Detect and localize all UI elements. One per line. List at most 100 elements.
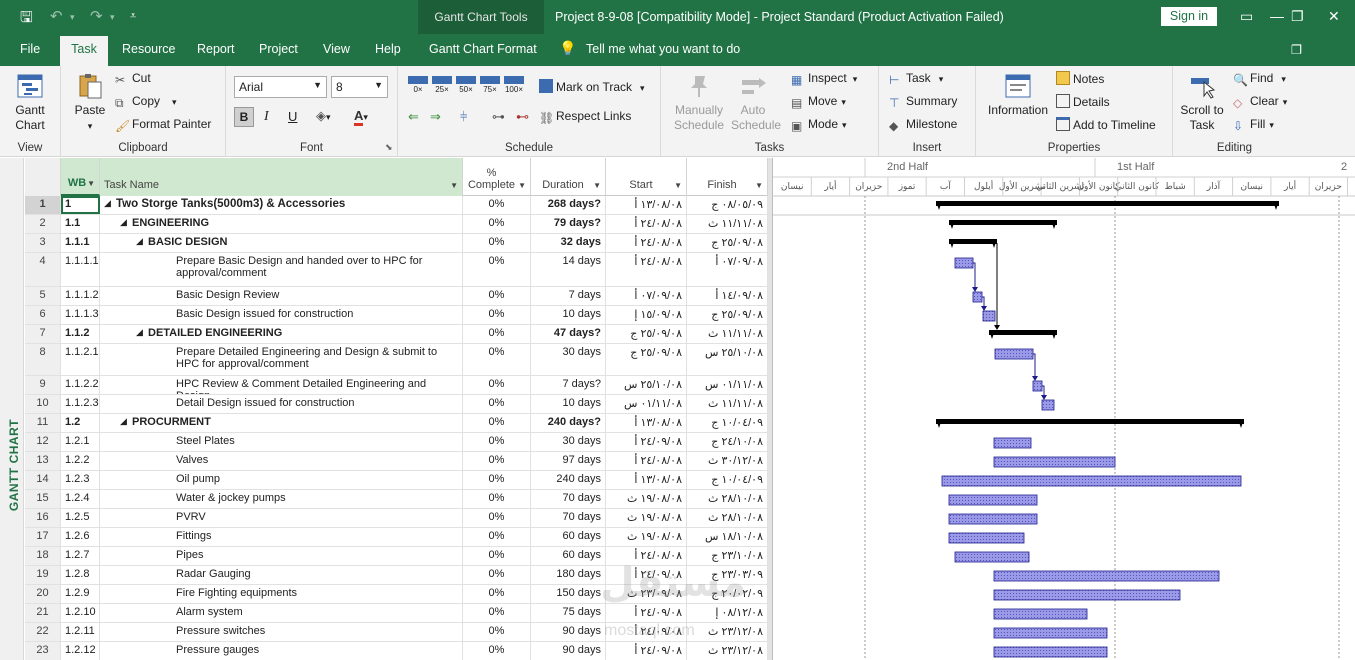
pct-complete-cell[interactable]: 0% [463,547,531,565]
wbs-cell[interactable]: 1.2.6 [61,528,100,546]
task-row[interactable]: 10 1.1.2.3 Detail Design issued for constr… [25,395,768,414]
duration-cell[interactable]: 7 days? [531,376,606,394]
start-cell[interactable]: ٢٣/٠٩/٠٨ ث [606,585,687,603]
task-name-cell[interactable]: ◢ ENGINEERING [100,215,463,233]
finish-cell[interactable]: ٢٨/١٠/٠٨ ث [687,490,768,508]
row-id[interactable]: 8 [25,344,61,375]
task-name-cell[interactable]: Pipes [100,547,463,565]
tab-help[interactable]: Help [375,42,401,56]
task-row[interactable]: 21 1.2.10 Alarm system 0% 75 days ٢٤/٠٩/٠٨ أ٠… [25,604,768,623]
redo-dropdown-icon[interactable]: ▾ [110,12,115,23]
row-id[interactable]: 10 [25,395,61,413]
task-row[interactable]: 16 1.2.5 PVRV 0% 70 days ١٩/٠٨/٠٨ ث ٢٨/١٠/٠٨ ث [25,509,768,528]
pct-complete-cell[interactable]: 0% [463,604,531,622]
pct-complete-cell[interactable]: 0% [463,287,531,305]
column-header-start[interactable]: Start ▼ [606,158,687,196]
row-id[interactable]: 3 [25,234,61,252]
column-header-wbs[interactable]: WB ▼ [61,158,100,196]
task-name-cell[interactable]: Fittings [100,528,463,546]
tab-view[interactable]: View [323,42,350,56]
start-cell[interactable]: ١٩/٠٨/٠٨ ث [606,528,687,546]
move-button[interactable]: ▤ Move ▾ [791,94,846,110]
row-id[interactable]: 11 [25,414,61,432]
task-row[interactable]: 5 1.1.1.2 Basic Design Review 0% 7 days ٠٧/٠٩… [25,287,768,306]
pct-complete-cell[interactable]: 0% [463,325,531,343]
pct-complete-cell[interactable]: 0% [463,253,531,286]
start-cell[interactable]: ١٩/٠٨/٠٨ ث [606,490,687,508]
wbs-cell[interactable]: 1.2.8 [61,566,100,584]
duration-cell[interactable]: 10 days [531,395,606,413]
column-header-duration[interactable]: Duration ▼ [531,158,606,196]
pct-complete-cell[interactable]: 0% [463,215,531,233]
wbs-cell[interactable]: 1.2.1 [61,433,100,451]
start-cell[interactable]: ٢٤/٠٨/٠٨ أ [606,452,687,470]
row-id[interactable]: 14 [25,471,61,489]
duration-cell[interactable]: 75 days [531,604,606,622]
row-id[interactable]: 7 [25,325,61,343]
wbs-cell[interactable]: 1.1.1 [61,234,100,252]
start-cell[interactable]: ٢٤/٠٩/٠٨ أ [606,566,687,584]
minimize-icon[interactable]: — [1270,8,1284,24]
task-row[interactable]: 13 1.2.2 Valves 0% 97 days ٢٤/٠٨/٠٨ أ ٣٠/١٢/٠٨… [25,452,768,471]
filter-dropdown-icon[interactable]: ▼ [755,181,763,190]
filter-dropdown-icon[interactable]: ▼ [674,181,682,190]
column-header-task-name[interactable]: Task Name ▼ [100,158,463,196]
filter-dropdown-icon[interactable]: ▼ [450,181,458,190]
task-name-cell[interactable]: Radar Gauging [100,566,463,584]
pct-complete-cell[interactable]: 0% [463,585,531,603]
duration-cell[interactable]: 240 days? [531,414,606,432]
task-name-cell[interactable]: Basic Design issued for construction [100,306,463,324]
start-cell[interactable]: ٢٤/٠٩/٠٨ أ [606,604,687,622]
collapse-ribbon-icon[interactable]: ❐ [1291,42,1302,57]
finish-cell[interactable]: ٠٨/٠٥/٠٩ ج [687,196,768,214]
duration-cell[interactable]: 150 days [531,585,606,603]
paste-button[interactable]: Paste ▾ [69,72,111,134]
italic-button[interactable]: I [264,109,269,125]
pct-complete-cell[interactable]: 0% [463,306,531,324]
notes-button[interactable]: Notes [1056,71,1104,86]
task-name-cell[interactable]: Pressure gauges [100,642,463,660]
wbs-cell[interactable]: 1.2.10 [61,604,100,622]
row-id[interactable]: 4 [25,253,61,286]
tab-task[interactable]: Task [60,36,108,66]
font-size-select[interactable]: 8 ▼ [331,76,388,98]
start-cell[interactable]: ٠١/١١/٠٨ س [606,395,687,413]
row-id[interactable]: 6 [25,306,61,324]
wbs-cell[interactable]: 1 [61,196,100,214]
wbs-cell[interactable]: 1.1.1.3 [61,306,100,324]
finish-cell[interactable]: ٢٠/٠٢/٠٩ ج [687,585,768,603]
manually-schedule-button[interactable]: Manually Schedule [671,72,727,133]
task-name-cell[interactable]: Basic Design Review [100,287,463,305]
undo-icon[interactable]: ↶ [50,7,63,25]
start-cell[interactable]: ١٥/٠٩/٠٨ إ [606,306,687,324]
duration-cell[interactable]: 60 days [531,528,606,546]
paste-dropdown-icon[interactable]: ▾ [88,121,93,131]
task-row[interactable]: 7 1.1.2 ◢ DETAILED ENGINEERING 0% 47 days? ٢٥/… [25,325,768,344]
pct-complete-cell[interactable]: 0% [463,452,531,470]
restore-icon[interactable]: ❐ [1291,8,1304,25]
row-id[interactable]: 22 [25,623,61,641]
finish-cell[interactable]: ٢٣/٠٣/٠٩ ج [687,566,768,584]
finish-cell[interactable]: ٠٨/١٢/٠٨ إ [687,604,768,622]
gantt-chart-button[interactable]: Gantt Chart [4,72,56,133]
finish-cell[interactable]: ١٨/١٠/٠٨ س [687,528,768,546]
respect-links-button[interactable]: ⛓ Respect Links [539,109,631,125]
finish-cell[interactable]: ٢٤/١٠/٠٨ ج [687,433,768,451]
row-id[interactable]: 9 [25,376,61,394]
split-task-icon[interactable]: ⫩ [460,109,467,125]
mark-on-track-button[interactable]: Mark on Track ▾ [539,79,645,94]
task-name-cell[interactable]: ◢ DETAILED ENGINEERING [100,325,463,343]
task-name-cell[interactable]: Valves [100,452,463,470]
collapse-triangle-icon[interactable]: ◢ [136,236,143,247]
finish-cell[interactable]: ٢٨/١٠/٠٨ ث [687,509,768,527]
finish-cell[interactable]: ٢٣/١٠/٠٨ ج [687,547,768,565]
row-id[interactable]: 17 [25,528,61,546]
task-name-cell[interactable]: Pressure switches [100,623,463,641]
row-id[interactable]: 21 [25,604,61,622]
wbs-cell[interactable]: 1.1.2.2 [61,376,100,394]
duration-cell[interactable]: 79 days? [531,215,606,233]
finish-cell[interactable]: ٢٣/١٢/٠٨ ث [687,623,768,641]
task-row[interactable]: 9 1.1.2.2 HPC Review & Comment Detailed En… [25,376,768,395]
find-button[interactable]: 🔍 Find ▾ [1233,71,1286,87]
duration-cell[interactable]: 30 days [531,433,606,451]
